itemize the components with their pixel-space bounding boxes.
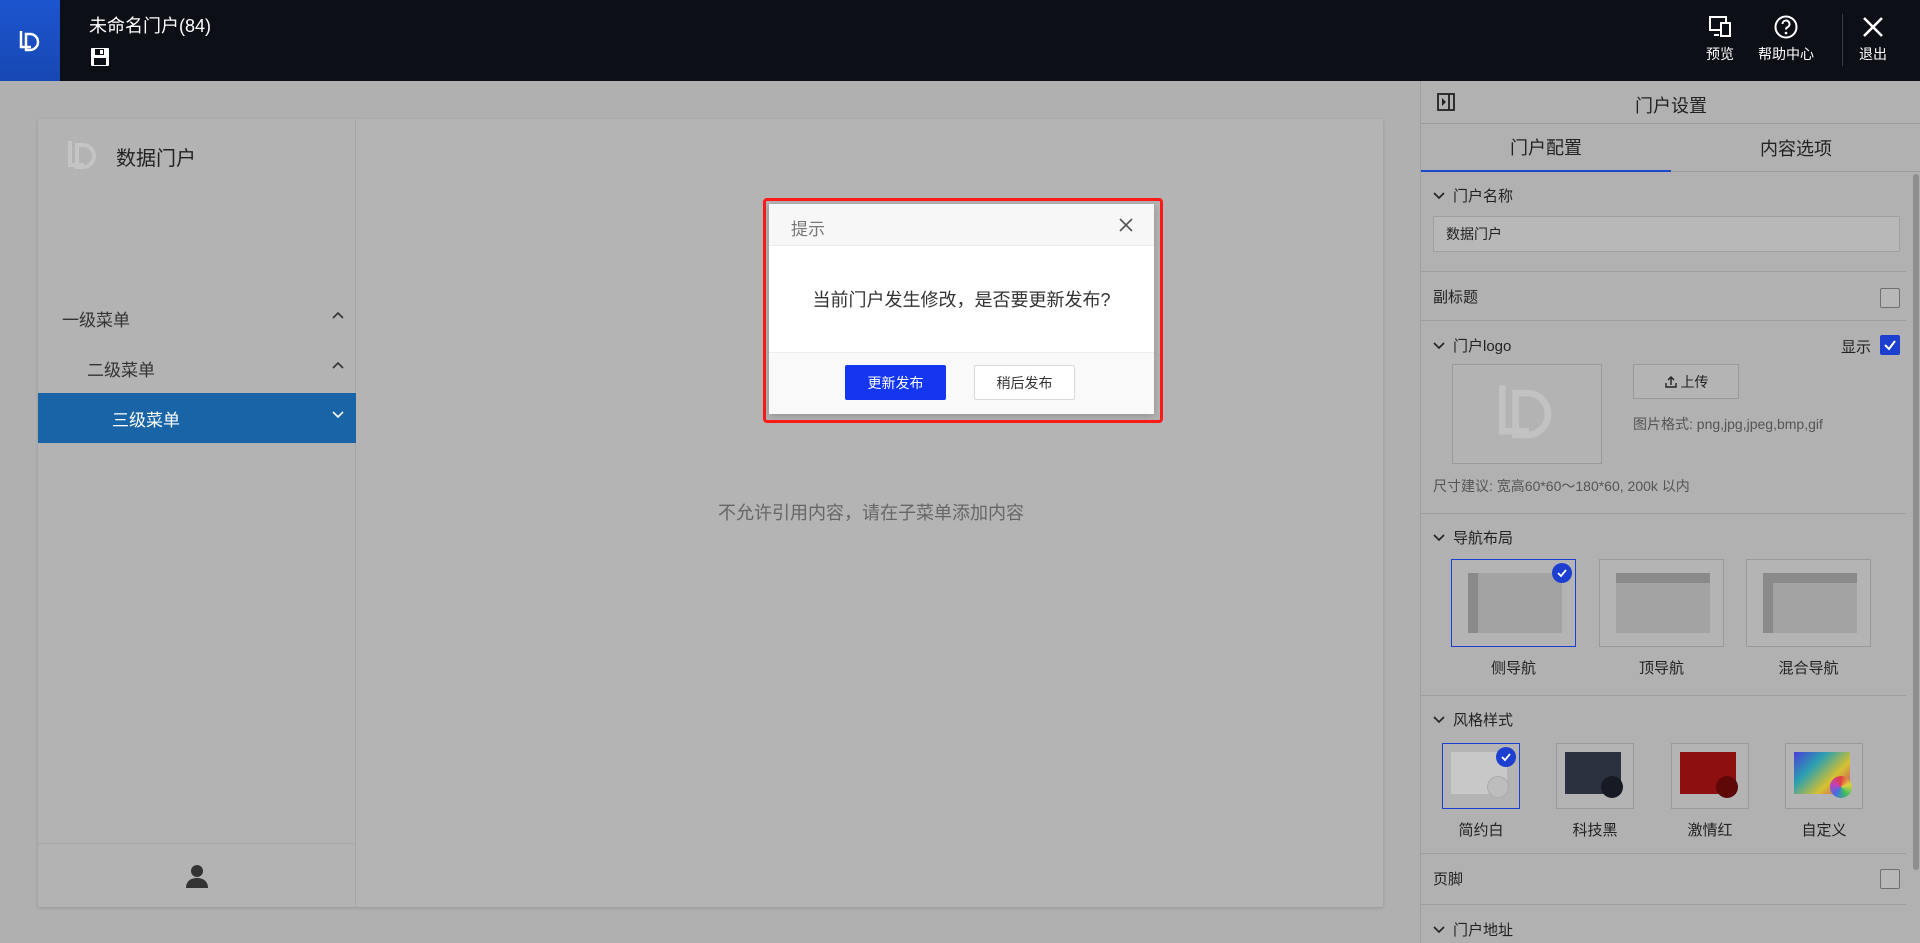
update-publish-button[interactable]: 更新发布: [845, 365, 946, 400]
menu-item-level1[interactable]: 一级菜单: [38, 293, 356, 343]
logo-placeholder-icon: [1498, 385, 1552, 439]
subtitle-label: 副标题: [1433, 289, 1479, 306]
portal-canvas: 数据门户 一级菜单 二级菜单 三级菜单 不允许引用内容，请在子菜单添加内容: [38, 119, 1383, 907]
selected-check-icon: [1496, 747, 1516, 767]
divider: [1421, 271, 1906, 272]
close-icon: [1863, 17, 1883, 37]
panel-header: 门户设置: [1421, 81, 1920, 124]
exit-label: 退出: [1859, 46, 1887, 62]
help-label: 帮助中心: [1758, 46, 1814, 62]
layout-mixed-nav[interactable]: [1746, 559, 1871, 647]
empty-content-text: 不允许引用内容，请在子菜单添加内容: [718, 503, 1024, 523]
tab-content-options[interactable]: 内容选项: [1671, 124, 1920, 172]
theme-custom-label: 自定义: [1801, 822, 1847, 839]
chevron-down-icon: [332, 411, 344, 419]
theme-tech-black[interactable]: [1556, 743, 1634, 809]
dialog-title: 提示: [791, 220, 825, 239]
app-logo: [0, 0, 60, 81]
chevron-up-icon: [332, 361, 344, 369]
help-icon: [1774, 15, 1798, 39]
check-icon: [1884, 340, 1896, 351]
selected-check-icon: [1552, 563, 1572, 583]
dialog-header: 提示: [769, 204, 1154, 246]
section-portal-name[interactable]: 门户名称: [1433, 185, 1513, 206]
dialog-footer: 更新发布 稍后发布: [769, 352, 1154, 414]
menu-item-label: 一级菜单: [62, 310, 130, 330]
publish-dialog: 提示 当前门户发生修改，是否要更新发布? 更新发布 稍后发布: [769, 204, 1154, 414]
theme-simple-white[interactable]: [1442, 743, 1520, 809]
footer-label: 页脚: [1433, 871, 1464, 888]
section-label: 导航布局: [1453, 530, 1514, 547]
portal-name-input[interactable]: 数据门户: [1433, 216, 1900, 252]
app-title: 未命名门户(84): [89, 16, 212, 36]
layout-top-nav-label: 顶导航: [1638, 660, 1684, 677]
sidebar-footer: [38, 843, 356, 907]
upload-icon: [1664, 375, 1677, 388]
theme-passion-red[interactable]: [1671, 743, 1749, 809]
close-icon[interactable]: [1118, 217, 1134, 233]
section-nav-layout[interactable]: 导航布局: [1433, 527, 1513, 548]
menu-item-label: 三级菜单: [112, 410, 180, 430]
section-label: 风格样式: [1453, 712, 1514, 729]
panel-title: 门户设置: [1635, 96, 1707, 116]
theme-custom[interactable]: [1785, 743, 1863, 809]
theme-tech-black-label: 科技黑: [1572, 822, 1618, 839]
section-label: 门户地址: [1453, 922, 1514, 939]
section-label: 门户logo: [1453, 338, 1512, 355]
tab-portal-config[interactable]: 门户配置: [1421, 124, 1671, 172]
theme-simple-white-label: 简约白: [1458, 822, 1504, 839]
settings-panel: 门户设置 门户配置 内容选项 门户名称 数据门户 副标题 门户logo 显示 上…: [1420, 81, 1920, 943]
save-icon[interactable]: [89, 46, 111, 68]
chevron-down-icon: [1433, 925, 1445, 933]
divider: [1421, 904, 1906, 905]
section-portal-address[interactable]: 门户地址: [1433, 919, 1513, 940]
panel-tabs: 门户配置 内容选项: [1421, 124, 1920, 172]
logo-icon: [19, 30, 40, 51]
portal-logo-icon: [68, 141, 96, 169]
upload-label: 上传: [1680, 373, 1709, 390]
theme-passion-red-label: 激情红: [1687, 822, 1733, 839]
exit-button[interactable]: 退出: [1859, 14, 1887, 64]
logo-preview: [1452, 364, 1602, 464]
publish-later-button[interactable]: 稍后发布: [974, 365, 1075, 400]
portal-sidebar: 数据门户 一级菜单 二级菜单 三级菜单: [38, 119, 356, 907]
layout-top-nav[interactable]: [1599, 559, 1724, 647]
chevron-down-icon: [1433, 341, 1445, 349]
footer-checkbox[interactable]: [1880, 869, 1900, 889]
dialog-message: 当前门户发生修改，是否要更新发布?: [812, 290, 1111, 310]
upload-button[interactable]: 上传: [1633, 364, 1739, 399]
user-icon[interactable]: [184, 863, 210, 889]
preview-label: 预览: [1706, 46, 1734, 62]
chevron-down-icon: [1433, 715, 1445, 723]
logo-size-hint: 尺寸建议: 宽高60*60～180*60, 200k 以内: [1433, 478, 1690, 494]
help-button[interactable]: 帮助中心: [1758, 14, 1814, 64]
topbar-divider: [1842, 14, 1843, 66]
menu-item-label: 二级菜单: [87, 360, 155, 380]
layout-side-nav[interactable]: [1451, 559, 1576, 647]
divider: [1421, 853, 1906, 854]
menu-item-level2[interactable]: 二级菜单: [38, 343, 356, 393]
layout-side-nav-label: 侧导航: [1490, 660, 1536, 677]
logo-format-hint: 图片格式: png,jpg,jpeg,bmp,gif: [1633, 416, 1823, 432]
portal-brand: 数据门户: [62, 135, 196, 177]
logo-show-checkbox[interactable]: [1880, 335, 1900, 355]
chevron-down-icon: [1433, 191, 1445, 199]
menu-item-level3[interactable]: 三级菜单: [38, 393, 356, 443]
chevron-down-icon: [1433, 533, 1445, 541]
divider: [1421, 513, 1906, 514]
divider: [1421, 320, 1906, 321]
preview-button[interactable]: 预览: [1706, 14, 1734, 64]
layout-mixed-nav-label: 混合导航: [1778, 660, 1839, 677]
monitor-icon: [1709, 16, 1731, 37]
divider: [1421, 695, 1906, 696]
chevron-up-icon: [332, 311, 344, 319]
top-bar: 未命名门户(84) 预览 帮助中心 退出: [0, 0, 1920, 81]
scrollbar-thumb[interactable]: [1913, 174, 1919, 870]
section-label: 门户名称: [1453, 188, 1514, 205]
section-style[interactable]: 风格样式: [1433, 709, 1513, 730]
logo-show-label: 显示: [1841, 339, 1872, 356]
portal-brand-name: 数据门户: [116, 147, 196, 170]
section-portal-logo[interactable]: 门户logo: [1433, 335, 1511, 356]
subtitle-checkbox[interactable]: [1880, 288, 1900, 308]
